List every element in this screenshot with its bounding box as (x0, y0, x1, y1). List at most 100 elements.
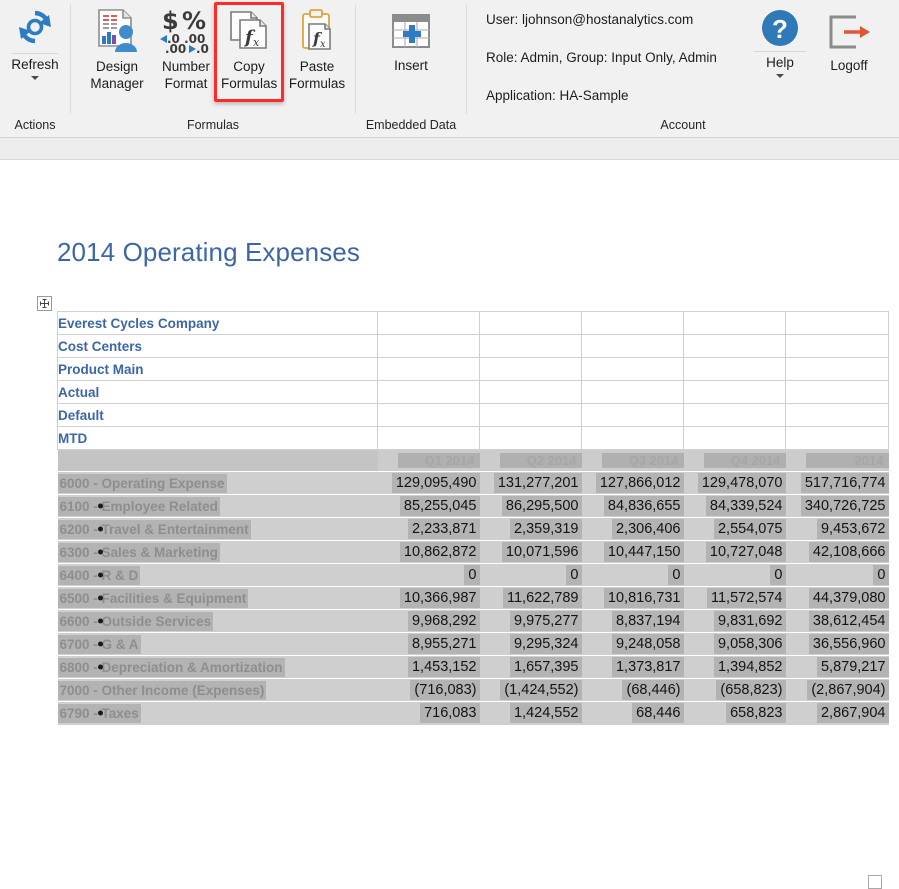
data-cell[interactable]: 131,277,201 (479, 471, 582, 495)
row-label-cell[interactable]: 6100 - Employee Related (57, 494, 378, 518)
data-cell[interactable]: 44,379,080 (785, 586, 889, 610)
pov-row[interactable]: Default (57, 403, 889, 427)
data-cell[interactable]: 10,816,731 (581, 586, 684, 610)
row-label-cell[interactable]: 6800 - Depreciation & Amortization (57, 655, 378, 679)
data-cell[interactable]: 9,831,692 (683, 609, 786, 633)
data-cell[interactable]: 9,975,277 (479, 609, 582, 633)
data-cell[interactable]: (2,867,904) (785, 678, 889, 702)
table-row[interactable]: 7000 - Other Income (Expenses) (716,083) (… (57, 678, 889, 702)
pov-blank-cell[interactable] (479, 380, 582, 404)
data-cell[interactable]: (1,424,552) (479, 678, 582, 702)
table-row[interactable]: 6800 - Depreciation & Amortization 1,453,… (57, 655, 889, 679)
help-dropdown-caret[interactable] (776, 74, 784, 78)
pov-blank-cell[interactable] (683, 403, 786, 427)
data-cell[interactable]: 84,339,524 (683, 494, 786, 518)
number-format-button[interactable]: $ % .0 .00 .00 .0 Number Format (152, 4, 220, 92)
data-cell[interactable]: 1,424,552 (479, 701, 582, 725)
row-label-cell[interactable]: 7000 - Other Income (Expenses) (57, 678, 378, 702)
pov-blank-cell[interactable] (785, 403, 889, 427)
logoff-button[interactable]: Logoff (816, 6, 882, 74)
row-label-cell[interactable]: 6500 - Facilities & Equipment (57, 586, 378, 610)
pov-blank-cell[interactable] (785, 357, 889, 381)
design-manager-button[interactable]: Design Manager (82, 4, 152, 92)
row-label-cell[interactable]: 6400 - R & D (57, 563, 378, 587)
data-cell[interactable]: 2,359,319 (479, 517, 582, 541)
data-cell[interactable]: 10,366,987 (377, 586, 480, 610)
data-cell[interactable]: 517,716,774 (785, 471, 889, 495)
pov-blank-cell[interactable] (479, 311, 582, 335)
data-cell[interactable]: 9,453,672 (785, 517, 889, 541)
data-cell[interactable]: 127,866,012 (581, 471, 684, 495)
data-cell[interactable]: 1,453,152 (377, 655, 480, 679)
pov-blank-cell[interactable] (377, 334, 480, 358)
data-cell[interactable]: 9,968,292 (377, 609, 480, 633)
data-cell[interactable]: 11,572,574 (683, 586, 786, 610)
data-cell[interactable]: 2,867,904 (785, 701, 889, 725)
pov-blank-cell[interactable] (377, 357, 480, 381)
pov-blank-cell[interactable] (377, 426, 480, 450)
data-cell[interactable]: 1,394,852 (683, 655, 786, 679)
data-cell[interactable]: 0 (479, 563, 582, 587)
row-label-cell[interactable]: 6300 - Sales & Marketing (57, 540, 378, 564)
data-cell[interactable]: 10,862,872 (377, 540, 480, 564)
pov-row[interactable]: Cost Centers (57, 334, 889, 358)
data-cell[interactable]: 0 (785, 563, 889, 587)
refresh-button[interactable]: Refresh (2, 4, 68, 80)
pov-blank-cell[interactable] (479, 357, 582, 381)
data-cell[interactable]: 2,233,871 (377, 517, 480, 541)
data-cell[interactable]: 11,622,789 (479, 586, 582, 610)
column-header-cell[interactable]: 2014 (785, 449, 889, 472)
pov-blank-cell[interactable] (479, 403, 582, 427)
pov-row[interactable]: Actual (57, 380, 889, 404)
pov-blank-cell[interactable] (377, 380, 480, 404)
pov-blank-cell[interactable] (581, 334, 684, 358)
data-cell[interactable]: 5,879,217 (785, 655, 889, 679)
table-row[interactable]: 6500 - Facilities & Equipment 10,366,987 1… (57, 586, 889, 610)
data-cell[interactable]: 10,447,150 (581, 540, 684, 564)
pov-blank-cell[interactable] (683, 334, 786, 358)
pov-blank-cell[interactable] (683, 357, 786, 381)
table-row[interactable]: 6600 - Outside Services 9,968,292 9,975,27… (57, 609, 889, 633)
row-label-cell[interactable]: 6600 - Outside Services (57, 609, 378, 633)
report-grid[interactable]: Everest Cycles Company Cost Centers Produc… (57, 311, 889, 725)
data-cell[interactable]: 340,726,725 (785, 494, 889, 518)
pov-blank-cell[interactable] (377, 403, 480, 427)
pov-blank-cell[interactable] (581, 426, 684, 450)
table-row[interactable]: 6700 - G & A 8,955,271 9,295,324 9,248,058 9… (57, 632, 889, 656)
pov-blank-cell[interactable] (479, 426, 582, 450)
pov-blank-cell[interactable] (683, 426, 786, 450)
data-cell[interactable]: (68,446) (581, 678, 684, 702)
pov-row[interactable]: MTD (57, 426, 889, 450)
pov-blank-cell[interactable] (581, 357, 684, 381)
pov-blank-cell[interactable] (479, 334, 582, 358)
data-cell[interactable]: 86,295,500 (479, 494, 582, 518)
move-handle-icon[interactable] (37, 296, 52, 311)
data-cell[interactable]: 9,248,058 (581, 632, 684, 656)
pov-blank-cell[interactable] (785, 334, 889, 358)
data-cell[interactable]: 0 (683, 563, 786, 587)
column-header-cell[interactable]: Q2 2014 (479, 449, 582, 472)
pov-blank-cell[interactable] (683, 380, 786, 404)
row-label-cell[interactable]: 6000 - Operating Expense (57, 471, 378, 495)
row-label-cell[interactable]: 6200 - Travel & Entertainment (57, 517, 378, 541)
data-cell[interactable]: 1,373,817 (581, 655, 684, 679)
paste-formulas-button[interactable]: f x Paste Formulas (286, 4, 348, 92)
pov-blank-cell[interactable] (785, 311, 889, 335)
column-header-cell[interactable]: Q3 2014 (581, 449, 684, 472)
data-cell[interactable]: (658,823) (683, 678, 786, 702)
copy-formulas-button[interactable]: f x Copy Formulas (221, 4, 277, 92)
refresh-dropdown-caret[interactable] (31, 76, 39, 80)
data-cell[interactable]: 2,306,406 (581, 517, 684, 541)
data-cell[interactable]: (716,083) (377, 678, 480, 702)
data-cell[interactable]: 10,727,048 (683, 540, 786, 564)
table-row[interactable]: 6200 - Travel & Entertainment 2,233,871 2,… (57, 517, 889, 541)
row-label-cell[interactable]: 6700 - G & A (57, 632, 378, 656)
data-cell[interactable]: 38,612,454 (785, 609, 889, 633)
pov-blank-cell[interactable] (785, 426, 889, 450)
data-cell[interactable]: 9,295,324 (479, 632, 582, 656)
table-row[interactable]: 6100 - Employee Related 85,255,045 86,295,… (57, 494, 889, 518)
pov-blank-cell[interactable] (581, 403, 684, 427)
pov-blank-cell[interactable] (785, 380, 889, 404)
table-row[interactable]: 6300 - Sales & Marketing 10,862,872 10,071… (57, 540, 889, 564)
data-cell[interactable]: 84,836,655 (581, 494, 684, 518)
